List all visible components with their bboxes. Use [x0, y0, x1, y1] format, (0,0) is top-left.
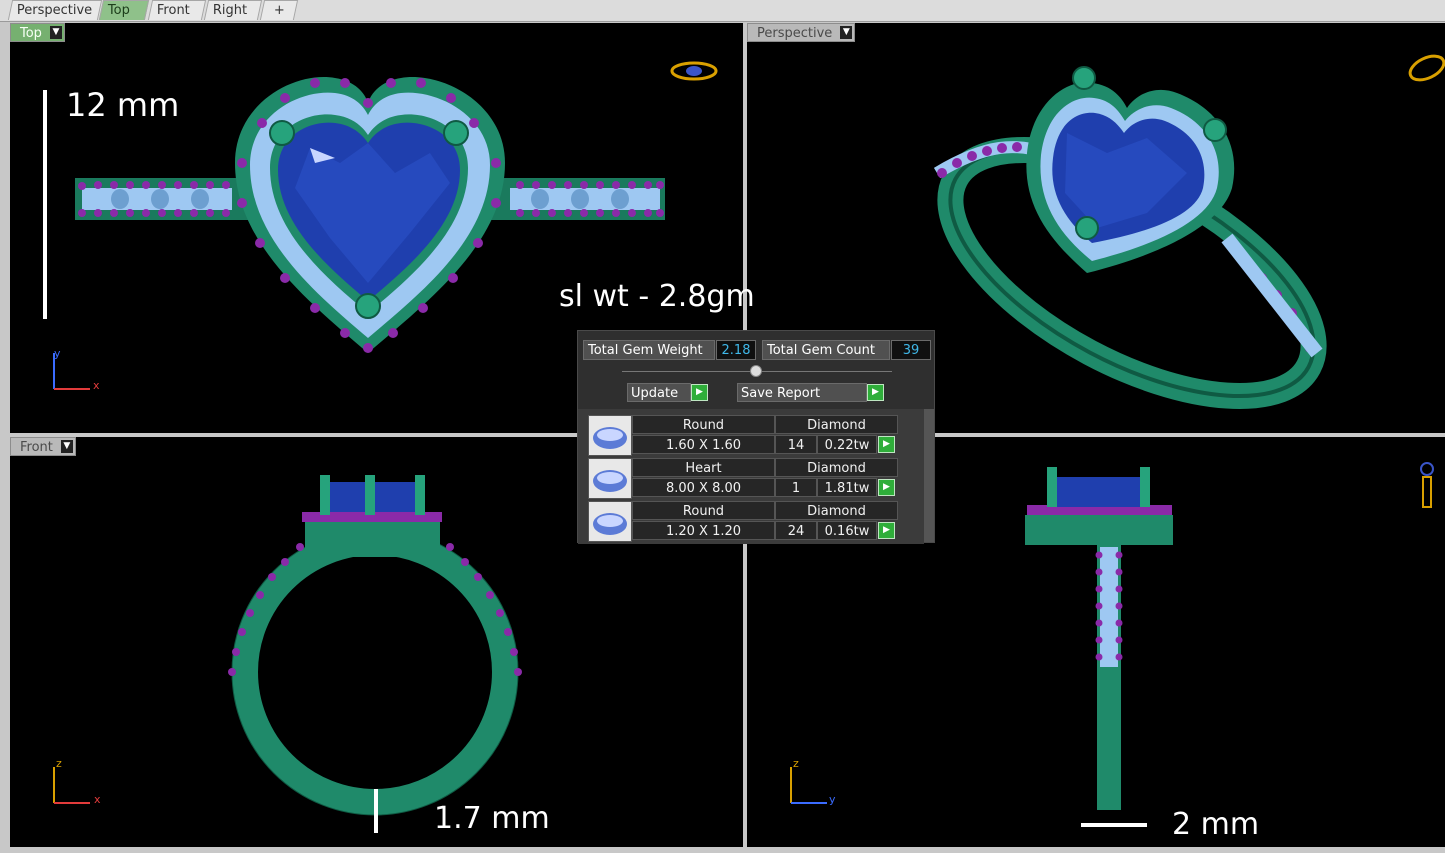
- total-gem-count-value: 39: [891, 340, 931, 360]
- gem-select-play-icon[interactable]: ▶: [878, 522, 895, 539]
- gem-shape: Round: [632, 501, 775, 520]
- gem-count: 14: [775, 435, 817, 454]
- gem-row[interactable]: Round Diamond 1.60 X 1.60 14 0.22tw ▶: [588, 415, 898, 456]
- axis-gizmo-icon: [53, 353, 90, 390]
- save-report-button-label: Save Report: [741, 386, 821, 401]
- width-dimension-line: [1081, 823, 1147, 827]
- save-report-play-icon[interactable]: ▶: [867, 384, 884, 401]
- update-button[interactable]: Update: [627, 383, 691, 402]
- plus-icon: +: [273, 3, 285, 18]
- width-dimension-label: 2 mm: [1172, 807, 1260, 842]
- gem-shape: Round: [632, 415, 775, 434]
- axis-horizontal-label: y: [829, 793, 836, 806]
- thickness-dimension-label: 1.7 mm: [434, 801, 550, 836]
- tab-perspective-label: Perspective: [16, 3, 93, 18]
- right-view-gizmo: [1420, 462, 1434, 508]
- gem-count: 1: [775, 478, 817, 497]
- chevron-down-icon[interactable]: ▼: [840, 26, 853, 39]
- total-gem-weight-value: 2.18: [716, 340, 756, 360]
- total-gem-weight-label: Total Gem Weight: [583, 340, 715, 360]
- gem-select-play-icon[interactable]: ▶: [878, 479, 895, 496]
- viewport-front-title: Front: [20, 440, 53, 455]
- viewport-perspective-label[interactable]: Perspective ▼: [747, 23, 856, 42]
- gem-weight: 1.81tw: [817, 478, 877, 497]
- gem-count: 24: [775, 521, 817, 540]
- axis-horizontal-label: x: [94, 793, 101, 806]
- tab-right[interactable]: Right: [203, 0, 263, 20]
- gem-select-play-icon[interactable]: ▶: [878, 436, 895, 453]
- height-dimension-line: [43, 90, 47, 319]
- update-button-label: Update: [631, 386, 679, 401]
- round-gem-icon: [588, 501, 632, 542]
- height-dimension-label: 12 mm: [66, 86, 180, 124]
- gem-size: 8.00 X 8.00: [632, 478, 775, 497]
- thickness-dimension-line: [374, 789, 378, 833]
- gem-row[interactable]: Heart Diamond 8.00 X 8.00 1 1.81tw ▶: [588, 458, 898, 499]
- gem-size: 1.60 X 1.60: [632, 435, 775, 454]
- tab-right-label: Right: [212, 3, 248, 18]
- chevron-down-icon[interactable]: ▼: [60, 440, 73, 453]
- gem-report-panel: Total Gem Weight 2.18 Total Gem Count 39…: [577, 330, 935, 544]
- viewport-front-label[interactable]: Front ▼: [10, 437, 76, 456]
- collapse-handle[interactable]: [750, 365, 762, 377]
- gem-type: Diamond: [775, 501, 898, 520]
- save-report-button[interactable]: Save Report: [737, 383, 867, 402]
- viewport-top-label[interactable]: Top ▼: [10, 23, 65, 42]
- viewport-tab-bar: Perspective Top Front Right +: [0, 0, 1445, 22]
- round-gem-icon: [588, 415, 632, 456]
- gem-type: Diamond: [775, 458, 898, 477]
- silver-weight-label: sl wt - 2.8gm: [559, 279, 755, 314]
- axis-vertical-label: z: [793, 757, 799, 770]
- gem-shape: Heart: [632, 458, 775, 477]
- tab-top[interactable]: Top: [98, 0, 150, 20]
- viewport-perspective-title: Perspective: [757, 26, 833, 41]
- gem-list-scrollbar[interactable]: [924, 409, 934, 542]
- gem-row[interactable]: Round Diamond 1.20 X 1.20 24 0.16tw ▶: [588, 501, 898, 542]
- tab-perspective[interactable]: Perspective: [7, 0, 103, 20]
- top-view-gizmo: [670, 61, 718, 81]
- update-play-icon[interactable]: ▶: [691, 384, 708, 401]
- add-tab-button[interactable]: +: [259, 0, 299, 20]
- tab-top-label: Top: [107, 3, 130, 18]
- chevron-down-icon[interactable]: ▼: [49, 26, 62, 39]
- total-gem-count-label: Total Gem Count: [762, 340, 890, 360]
- axis-vertical-label: z: [56, 757, 62, 770]
- heart-gem-icon: [588, 458, 632, 499]
- gem-list: Round Diamond 1.60 X 1.60 14 0.22tw ▶ He…: [578, 409, 924, 544]
- gem-weight: 0.22tw: [817, 435, 877, 454]
- gem-type: Diamond: [775, 415, 898, 434]
- viewport-top-title: Top: [20, 26, 42, 41]
- tab-front[interactable]: Front: [147, 0, 207, 20]
- perspective-view-gizmo: [1408, 54, 1445, 82]
- gem-size: 1.20 X 1.20: [632, 521, 775, 540]
- gem-weight: 0.16tw: [817, 521, 877, 540]
- tab-front-label: Front: [156, 3, 190, 18]
